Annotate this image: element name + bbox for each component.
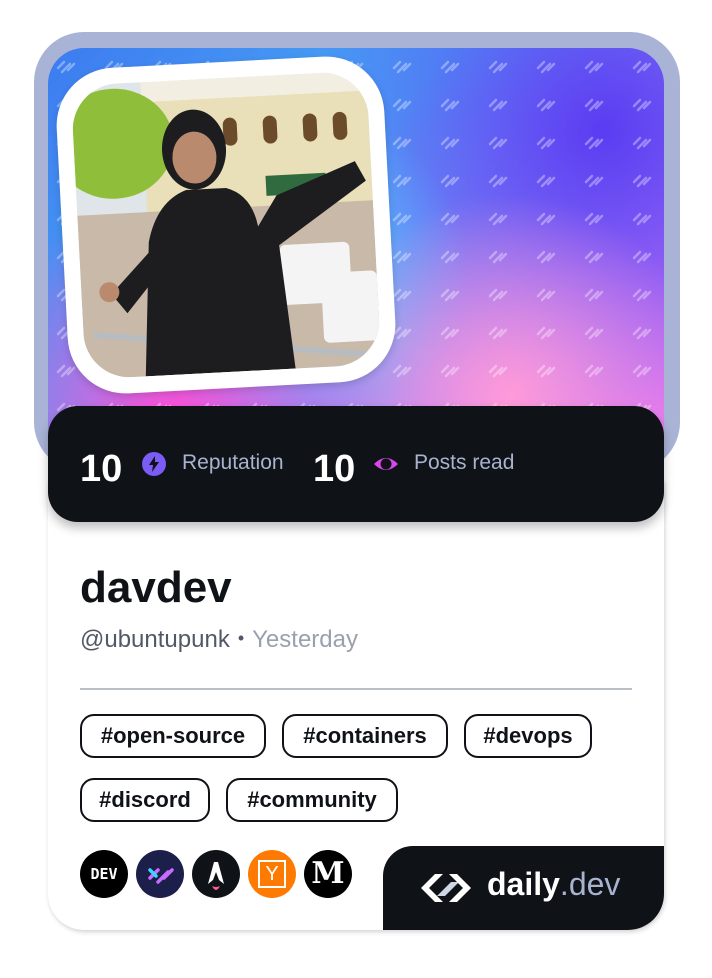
avatar — [53, 53, 399, 397]
daily-dev-logo-icon — [421, 874, 471, 902]
hacker-news-text: Y — [265, 863, 279, 885]
stats-bar: 10 Reputation 10 Posts read — [48, 406, 664, 522]
handle-row: @ubuntupunk • Yesterday — [80, 626, 358, 654]
eye-icon — [374, 458, 398, 470]
astro-icon[interactable] — [192, 850, 240, 898]
medium-text: M — [311, 856, 345, 891]
posts-read-value: 10 — [313, 448, 356, 490]
tag-chip[interactable]: #community — [226, 778, 398, 822]
profile-time: Yesterday — [252, 626, 358, 653]
dev-to-icon[interactable]: DEV — [80, 850, 128, 898]
reputation-icon — [142, 452, 166, 476]
medium-icon[interactable]: M — [304, 850, 352, 898]
profile-handle: @ubuntupunk — [80, 626, 230, 653]
divider — [80, 688, 632, 690]
posts-read-label: Posts read — [414, 451, 515, 474]
daily-dev-source-icon[interactable] — [136, 850, 184, 898]
reputation-label: Reputation — [182, 451, 284, 474]
tag-chip[interactable]: #devops — [464, 714, 592, 758]
reputation-value: 10 — [80, 448, 123, 490]
dev-to-text: DEV — [90, 865, 118, 883]
brand-suffix: .dev — [559, 866, 621, 902]
profile-name: davdev — [80, 563, 232, 612]
daily-dev-branding: daily.dev — [383, 846, 664, 930]
tag-chip[interactable]: #open-source — [80, 714, 266, 758]
hacker-news-icon[interactable]: Y — [248, 850, 296, 898]
tag-chip[interactable]: #discord — [80, 778, 210, 822]
brand-name: daily — [487, 866, 560, 902]
brand-wordmark: daily.dev — [487, 866, 620, 903]
tag-chip[interactable]: #containers — [282, 714, 448, 758]
avatar-photo — [70, 70, 382, 380]
separator-dot: • — [237, 628, 245, 648]
